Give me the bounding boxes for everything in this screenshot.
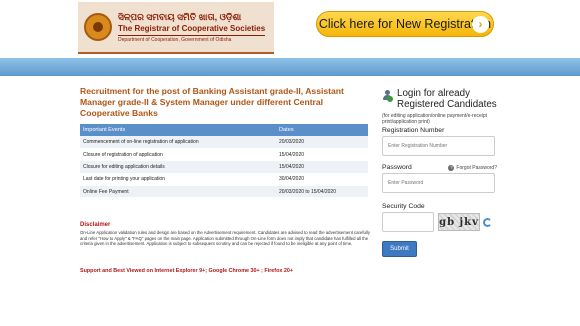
login-header: Login for already Registered Candidates [382,88,500,110]
page-header: ସିଳ୍ପର ସମବାୟ ସମିତି ଖାତା, ଓଡ଼ିଶା The Regi… [0,0,580,58]
refresh-icon[interactable] [483,217,492,227]
captcha-image: gb jkv [438,213,480,231]
security-code-input[interactable] [382,212,434,232]
event-name: Online Fee Payment [80,185,276,199]
logo-text: ସିଳ୍ପର ସମବାୟ ସମିତି ଖାତା, ଓଡ଼ିଶା The Regi… [118,11,266,43]
disclaimer-title: Disclaimer [80,222,111,228]
event-date: 20/03/2020 [276,136,368,149]
password-row: Password ? Forgot Password? [382,164,497,171]
recruitment-section: Recruitment for the post of Banking Assi… [80,86,370,199]
new-registration-label: Click here for New Registration [318,17,492,31]
forgot-password-label: Forgot Password? [456,164,497,171]
forgot-password-link[interactable]: ? Forgot Password? [448,164,497,171]
nav-bar [0,58,580,76]
browser-support-note: Support and Best Viewed on Internet Expl… [80,268,294,274]
event-name: Last date for printing your application [80,173,276,187]
table-row: Online Fee Payment 20/03/2020 to 15/04/2… [80,185,368,199]
password-input[interactable] [382,173,495,193]
table-row: Closure for editing application details … [80,160,368,174]
event-name: Commencement of on-line registration of … [80,136,276,149]
submit-button[interactable]: Submit [382,241,417,257]
registration-number-input[interactable] [382,136,495,156]
disclaimer-text: On-Line Application validation rules and… [80,230,370,247]
logo-odia-text: ସିଳ୍ପର ସମବାୟ ସମିତି ଖାତା, ଓଡ଼ିଶା [118,11,242,22]
event-name: Closure of registration of application [80,148,276,162]
login-subtitle: (for editing application/online payment/… [382,113,488,125]
table-header-events: Important Events [80,124,276,136]
events-table: Important Events Dates Commencement of o… [80,124,368,199]
table-header-row: Important Events Dates [80,124,368,136]
event-date: 15/04/2020 [276,148,368,162]
event-name: Closure for editing application details [80,160,276,174]
logo-department: Department of Cooperation, Government of… [118,34,266,43]
login-panel: Login for already Registered Candidates … [382,88,500,257]
chevron-right-icon: › [472,16,489,33]
logo-title: The Registrar of Cooperative Societies [118,23,266,33]
event-date: 20/03/2020 to 15/04/2020 [276,185,368,199]
odisha-seal-icon [84,13,112,41]
password-label: Password [382,164,412,171]
captcha-row: gb jkv [382,212,500,232]
new-registration-button[interactable]: Click here for New Registration › [316,11,494,37]
event-date: 30/04/2020 [276,173,368,187]
security-code-label: Security Code [382,203,425,210]
registration-number-label: Registration Number [382,127,445,134]
registrar-logo[interactable]: ସିଳ୍ପର ସମବାୟ ସମିତି ଖାତା, ଓଡ଼ିଶା The Regi… [78,2,274,54]
table-row: Commencement of on-line registration of … [80,136,368,149]
table-header-dates: Dates [276,124,368,136]
event-date: 15/04/2020 [276,160,368,174]
table-row: Last date for printing your application … [80,173,368,187]
login-title: Login for already Registered Candidates [397,88,497,110]
user-icon [382,90,393,102]
page-title: Recruitment for the post of Banking Assi… [80,86,344,118]
question-icon: ? [448,164,455,171]
table-row: Closure of registration of application 1… [80,148,368,162]
